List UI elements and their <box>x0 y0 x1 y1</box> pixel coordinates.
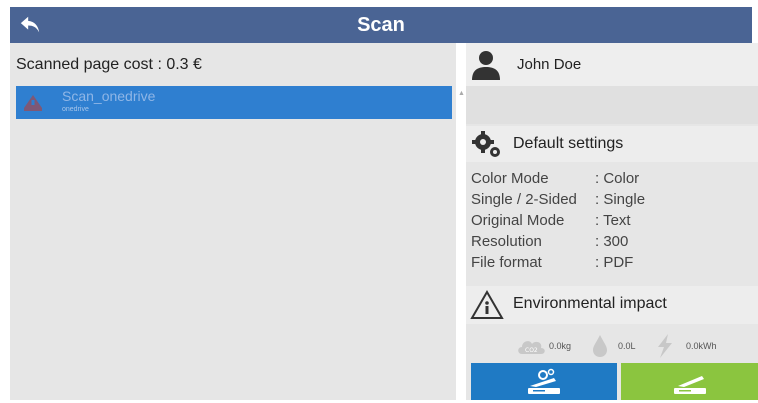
gears-icon <box>472 131 500 157</box>
setting-label: File format <box>471 254 542 271</box>
empty-row <box>466 86 758 124</box>
setting-value: : Single <box>595 191 646 208</box>
user-avatar-icon <box>472 51 500 80</box>
top-bar: Scan <box>10 7 752 43</box>
lightning-icon <box>658 333 672 358</box>
start-scan-button[interactable] <box>621 363 758 400</box>
back-arrow-icon <box>20 16 40 33</box>
back-button[interactable] <box>10 7 50 43</box>
scanner-settings-icon <box>528 368 560 394</box>
scanned-page-cost: Scanned page cost : 0.3 € <box>10 43 456 86</box>
setting-row-file-format: File format : PDF <box>471 252 756 273</box>
setting-label: Color Mode <box>471 170 549 187</box>
setting-value: : PDF <box>595 254 634 271</box>
setting-label: Resolution <box>471 233 542 250</box>
scrollbar-track[interactable] <box>456 84 466 400</box>
scan-settings-button[interactable] <box>471 363 617 400</box>
list-item-label: Scan_onedrive <box>62 88 156 104</box>
recycle-info-icon <box>470 290 504 319</box>
setting-row-color-mode: Color Mode : Color <box>471 168 756 189</box>
scroll-up-arrow-icon[interactable]: ▲ <box>458 90 465 97</box>
user-name: John Doe <box>517 56 582 73</box>
setting-value: : 300 <box>595 233 629 250</box>
co2-cloud-icon: CO2 <box>518 340 545 354</box>
water-stat: 0.0L <box>592 329 636 362</box>
default-settings-title: Default settings <box>513 135 624 152</box>
environmental-stats: CO2 0.0kg 0.0L 0.0kWh <box>466 329 758 362</box>
setting-value: : Color <box>595 170 640 187</box>
right-panel: John Doe Default settings Color Mode : C… <box>466 43 758 400</box>
default-settings-header: Default settings <box>466 126 758 162</box>
environmental-impact-header: Environmental impact <box>466 286 758 324</box>
water-value: 0.0L <box>618 340 636 351</box>
list-item-scan-onedrive[interactable]: Scan_onedrive onedrive <box>16 86 452 119</box>
setting-row-sides: Single / 2-Sided : Single <box>471 189 756 210</box>
setting-row-resolution: Resolution : 300 <box>471 231 756 252</box>
cloud-icon <box>24 95 42 111</box>
left-panel: Scanned page cost : 0.3 € Scan_onedrive … <box>10 43 456 400</box>
default-settings-list: Color Mode : Color Single / 2-Sided : Si… <box>471 168 756 273</box>
list-item-sublabel: onedrive <box>62 106 89 113</box>
setting-label: Original Mode <box>471 212 565 229</box>
water-drop-icon <box>593 334 607 357</box>
scan-destination-list: Scan_onedrive onedrive <box>16 86 452 119</box>
energy-value: 0.0kWh <box>686 340 717 351</box>
environmental-impact-title: Environmental impact <box>513 295 667 312</box>
setting-label: Single / 2-Sided <box>471 191 577 208</box>
energy-stat: 0.0kWh <box>654 329 717 362</box>
page-title: Scan <box>357 14 405 36</box>
scanner-icon <box>673 375 706 394</box>
co2-stat: CO2 0.0kg <box>516 329 571 362</box>
user-row: John Doe <box>466 43 758 86</box>
co2-value: 0.0kg <box>549 340 572 351</box>
setting-row-original-mode: Original Mode : Text <box>471 210 756 231</box>
setting-value: : Text <box>595 212 631 229</box>
svg-text:CO2: CO2 <box>525 347 538 354</box>
